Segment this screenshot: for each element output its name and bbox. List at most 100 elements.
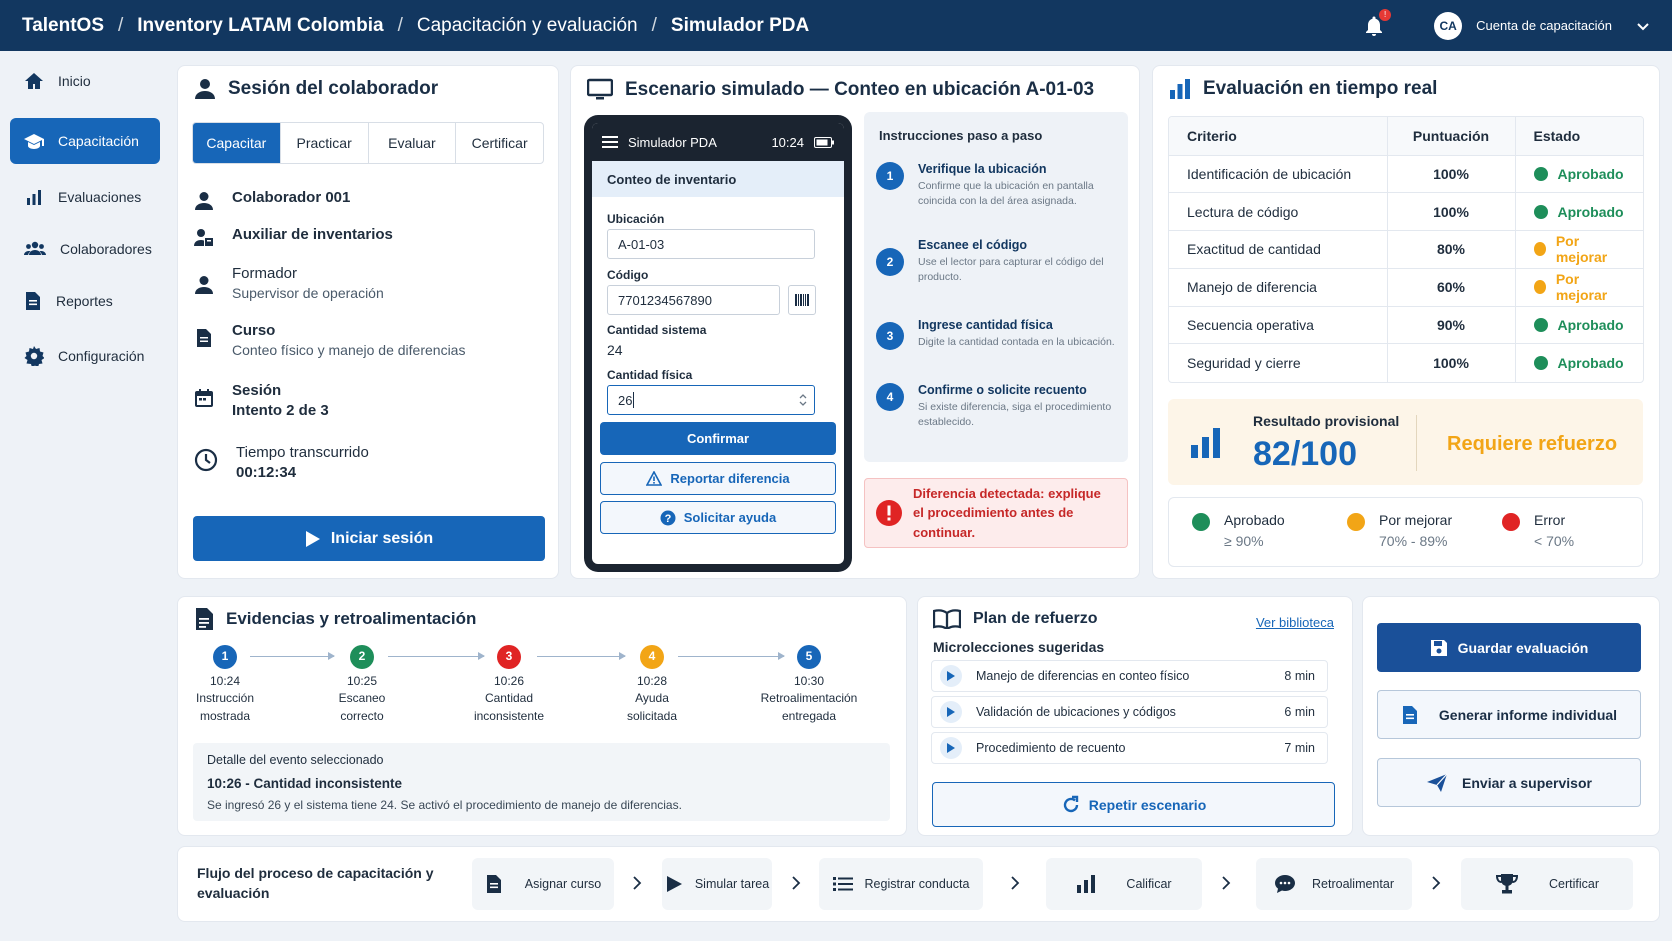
send-supervisor-label: Enviar a supervisor: [1462, 774, 1592, 791]
notification-badge: !: [1379, 8, 1392, 21]
notifications-bell-icon[interactable]: !: [1362, 8, 1392, 38]
table-row: Lectura de código 100% Aprobado: [1169, 192, 1643, 232]
status-cell: Aprobado: [1514, 155, 1643, 194]
tab-evaluar[interactable]: Evaluar: [369, 123, 457, 163]
flow-step-certificar[interactable]: Certificar: [1461, 858, 1633, 910]
repeat-scenario-button[interactable]: Repetir escenario: [932, 782, 1335, 827]
breadcrumb-app[interactable]: TalentOS: [22, 15, 104, 37]
play-icon[interactable]: [940, 701, 962, 723]
trainer-row: Formador Supervisor de operación: [194, 265, 384, 301]
save-evaluation-button[interactable]: Guardar evaluación: [1377, 623, 1641, 672]
send-supervisor-button[interactable]: Enviar a supervisor: [1377, 758, 1641, 807]
document-icon: [1402, 705, 1417, 724]
timeline-event[interactable]: 5 10:30 Retroalimentación entregada: [749, 645, 869, 725]
chevron-right-icon: [1432, 876, 1441, 890]
sidebar-item-label: Configuración: [58, 348, 145, 364]
flow-step-asignar[interactable]: Asignar curso: [472, 858, 614, 910]
flow-step-calificar[interactable]: Calificar: [1046, 858, 1202, 910]
start-session-button[interactable]: Iniciar sesión: [193, 516, 545, 561]
flow-step-simular[interactable]: Simular tarea: [662, 858, 772, 910]
start-session-label: Iniciar sesión: [330, 529, 434, 547]
instructions-panel: Instrucciones paso a paso 1 Verifique la…: [864, 112, 1128, 462]
library-link[interactable]: Ver biblioteca: [1256, 615, 1334, 630]
sidebar-item-reportes[interactable]: Reportes: [10, 278, 160, 324]
flow-step-retroalimentar[interactable]: Retroalimentar: [1256, 858, 1412, 910]
timeline-event[interactable]: 1 10:24 Instrucción mostrada: [165, 645, 285, 725]
pda-header: Simulador PDA 10:24: [592, 123, 844, 161]
timeline-event[interactable]: 2 10:25 Escaneo correcto: [302, 645, 422, 725]
bar-chart-icon: [1170, 79, 1190, 99]
lesson-item[interactable]: Manejo de diferencias en conteo físico 8…: [931, 660, 1328, 692]
timeline-event[interactable]: 4 10:28 Ayuda solicitada: [592, 645, 712, 725]
status-badge: Aprobado: [1533, 317, 1626, 333]
sidebar-item-capacitacion[interactable]: Capacitación: [10, 118, 160, 164]
avatar[interactable]: CA: [1434, 11, 1463, 40]
step-description: Digite la cantidad contada en la ubicaci…: [918, 336, 1115, 348]
generate-report-label: Generar informe individual: [1438, 706, 1618, 723]
legend-label: Por mejorar: [1379, 512, 1453, 528]
sidebar-item-colaboradores[interactable]: Colaboradores: [10, 226, 160, 272]
report-difference-button[interactable]: Reportar diferencia: [600, 462, 836, 495]
status-legend: Aprobado ≥ 90% Por mejorar 70% - 89% Error…: [1168, 497, 1643, 567]
session-title: Sesión del colaborador: [228, 78, 439, 99]
step-number: 1: [876, 162, 904, 190]
play-icon[interactable]: [940, 737, 962, 759]
trainer-value: Supervisor de operación: [232, 285, 384, 301]
refresh-icon: [1063, 795, 1078, 812]
status-label: Aprobado: [1557, 203, 1624, 220]
sidebar-item-configuracion[interactable]: Configuración: [10, 333, 160, 379]
lesson-item[interactable]: Validación de ubicaciones y códigos 6 mi…: [931, 696, 1328, 728]
status-label: Aprobado: [1557, 355, 1624, 372]
stepper-arrows-icon[interactable]: [798, 391, 808, 409]
flow-step-registrar[interactable]: Registrar conducta: [819, 858, 983, 910]
step-title: Verifique la ubicación: [918, 162, 1047, 176]
chevron-down-icon[interactable]: [1636, 19, 1650, 33]
instruction-step: 4 Confirme o solicite recuento Si existe …: [876, 383, 1123, 430]
sidebar-item-label: Evaluaciones: [58, 189, 142, 205]
alert-text: Diferencia detectada: explique el proced…: [913, 485, 1101, 540]
legend-dot-error: [1502, 513, 1520, 531]
sidebar-item-evaluaciones[interactable]: Evaluaciones: [10, 174, 160, 220]
breadcrumb-section[interactable]: Capacitación y evaluación: [417, 15, 638, 37]
sidebar-item-inicio[interactable]: Inicio: [10, 58, 160, 104]
play-icon[interactable]: [940, 665, 962, 687]
event-number: 5: [797, 645, 821, 669]
role-row: Auxiliar de inventarios: [194, 226, 393, 248]
event-number: 3: [497, 645, 521, 669]
step-title: Escanee el código: [918, 238, 1028, 252]
menu-icon[interactable]: [602, 135, 618, 149]
barcode-scan-button[interactable]: [788, 285, 816, 315]
event-label: Ayuda solicitada: [626, 691, 678, 723]
bar-chart-icon: [1077, 875, 1096, 893]
breadcrumb-current: Simulador PDA: [670, 14, 810, 36]
table-row: Secuencia operativa 90% Aprobado: [1169, 306, 1643, 345]
generate-report-button[interactable]: Generar informe individual: [1377, 690, 1641, 739]
graduation-cap-icon: [24, 134, 44, 149]
flow-step-label: Asignar curso: [524, 877, 602, 891]
lesson-item[interactable]: Procedimiento de recuento 7 min: [931, 732, 1328, 764]
tab-capacitar[interactable]: Capacitar: [193, 123, 281, 163]
physical-qty-field[interactable]: 26: [607, 385, 815, 415]
score-cell: 100%: [1386, 155, 1515, 194]
timeline-event[interactable]: 3 10:26 Cantidad inconsistente: [449, 645, 569, 725]
physical-qty-value: 26: [618, 392, 633, 408]
code-field[interactable]: 7701234567890: [607, 285, 780, 315]
chat-icon: [1275, 875, 1295, 893]
barcode-icon: [795, 294, 809, 306]
status-badge: Aprobado: [1533, 166, 1626, 182]
lesson-duration: 8 min: [1284, 669, 1315, 683]
legend-dot-approved: [1192, 513, 1210, 531]
breadcrumb-org[interactable]: Inventory LATAM Colombia: [137, 15, 383, 37]
table-header-row: Criterio Puntuación Estado: [1169, 117, 1643, 156]
difference-alert: Diferencia detectada: explique el proced…: [864, 478, 1128, 548]
status-label: Por mejorar: [1555, 271, 1608, 304]
document-icon: [196, 608, 213, 630]
tab-certificar[interactable]: Certificar: [456, 123, 543, 163]
physical-qty-label: Cantidad física: [607, 368, 693, 382]
tab-practicar[interactable]: Practicar: [281, 123, 369, 163]
lessons-subtitle: Microlecciones sugeridas: [933, 639, 1105, 655]
location-field[interactable]: A-01-03: [607, 229, 815, 259]
request-help-button[interactable]: ? Solicitar ayuda: [600, 501, 836, 534]
account-name[interactable]: Cuenta de capacitación: [1476, 18, 1612, 33]
confirm-button[interactable]: Confirmar: [600, 422, 836, 455]
